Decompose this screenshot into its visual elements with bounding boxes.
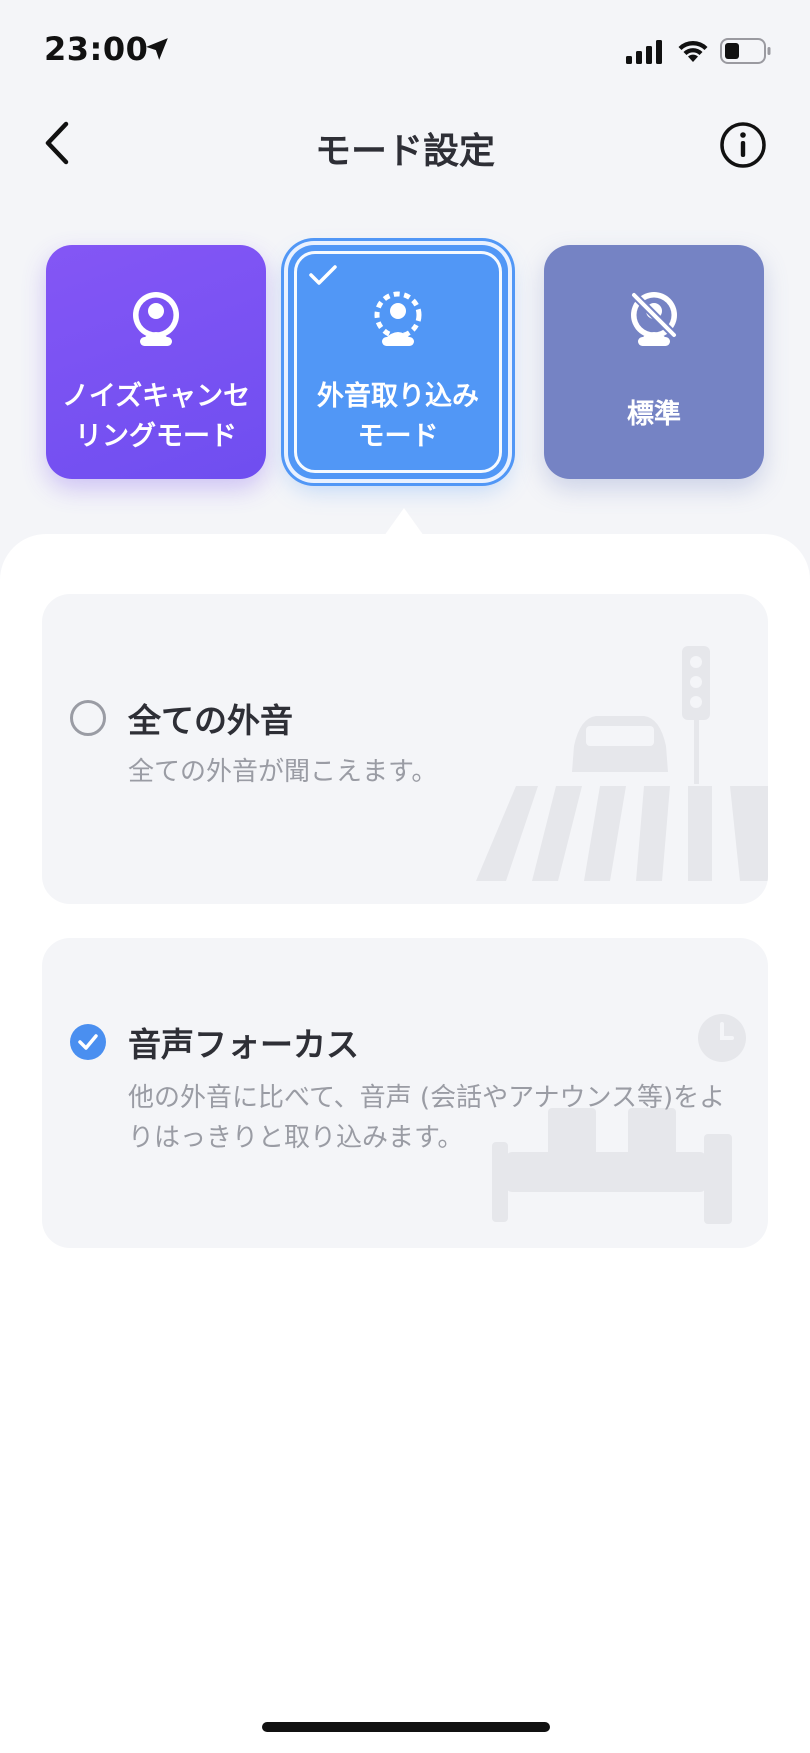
mode-ambient-sound[interactable]: 外音取り込み モード: [288, 245, 508, 479]
header: モード設定: [0, 100, 810, 190]
option-description: 他の外音に比べて、音声 (会話やアナウンス等)をよりはっきりと取り込みます。: [128, 1083, 726, 1153]
status-bar: 23:00: [0, 0, 810, 100]
option-voice-focus[interactable]: 音声フォーカス 他の外音に比べて、音声 (会話やアナウンス等)をよりはっきりと取…: [42, 938, 768, 1248]
option-title: 全ての外音: [128, 701, 293, 740]
mode-label: ノイズキャンセ リングモード: [61, 381, 251, 452]
info-button[interactable]: [718, 120, 768, 170]
mode-label: 標準: [627, 399, 681, 430]
home-indicator[interactable]: [262, 1722, 550, 1732]
page-title: モード設定: [314, 131, 495, 172]
option-description: 全ての外音が聞こえます。: [128, 757, 438, 787]
mode-selector: ノイズキャンセ リングモード 外音取り込み モード 標準: [0, 244, 810, 480]
panel-pointer: [384, 508, 424, 536]
status-time: 23:00: [44, 30, 149, 68]
standard-mode-icon: [631, 292, 677, 346]
check-icon: [309, 265, 337, 285]
mode-noise-cancelling[interactable]: ノイズキャンセ リングモード: [46, 245, 266, 479]
noise-cancel-icon: [133, 292, 179, 346]
ambient-sound-icon: [374, 291, 422, 346]
battery-icon: [720, 38, 771, 64]
info-icon: [720, 122, 766, 168]
radio-button-checked[interactable]: [70, 1024, 106, 1060]
mode-standard[interactable]: 標準: [544, 245, 764, 479]
option-title: 音声フォーカス: [128, 1025, 359, 1064]
mode-label: 外音取り込み モード: [317, 381, 479, 452]
check-icon: [78, 1034, 98, 1050]
option-all-ambient[interactable]: 全ての外音 全ての外音が聞こえます。: [42, 594, 768, 904]
radio-button[interactable]: [70, 700, 106, 736]
cellular-signal-icon: [626, 40, 662, 64]
wifi-icon: [678, 40, 708, 62]
location-arrow-icon: [146, 38, 168, 60]
